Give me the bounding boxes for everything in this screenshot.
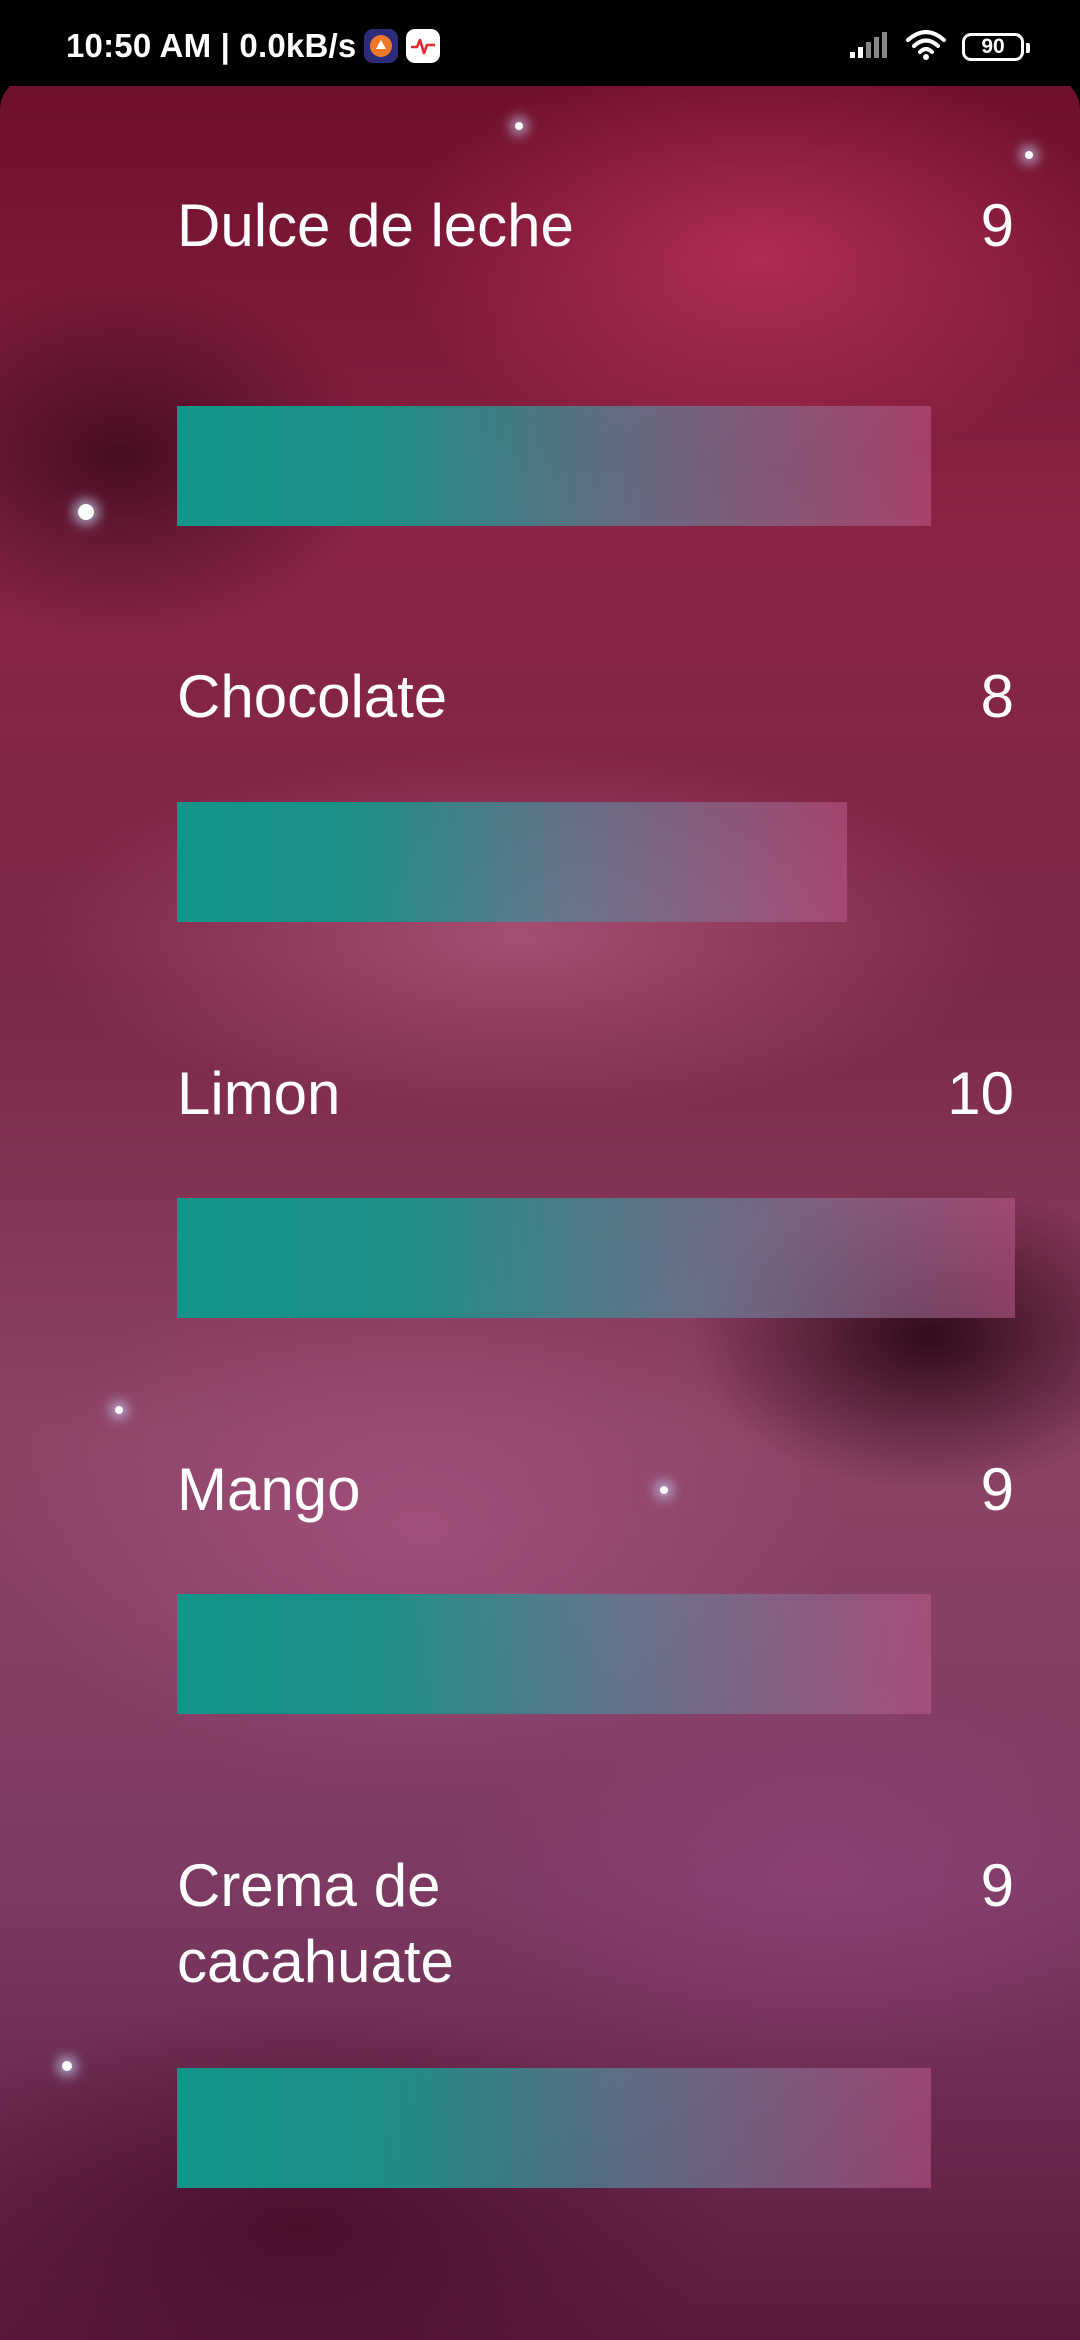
background-star: [515, 122, 523, 130]
health-app-icon: [406, 29, 441, 63]
score-bar-fill: [177, 802, 848, 922]
wifi-icon: [906, 29, 946, 65]
flavor-name: Mango: [177, 1456, 361, 1523]
flavor-score: 9: [980, 1852, 1014, 1919]
background-star: [1025, 151, 1033, 159]
background-star: [115, 1406, 123, 1414]
score-bar: [177, 406, 1015, 526]
status-time-speed: 10:50 AM | 0.0kB/s: [66, 27, 357, 64]
flavor-score: 10: [947, 1060, 1014, 1127]
signal-icon: [848, 30, 890, 65]
flavor-score: 8: [980, 663, 1014, 730]
status-right: 90: [848, 24, 1030, 70]
ratings-list[interactable]: Dulce de leche 9 Chocolate 8 Limon 10 Ma…: [0, 76, 1080, 2340]
status-left: 10:50 AM | 0.0kB/s: [66, 22, 441, 70]
background-star: [78, 504, 94, 520]
flavor-name: Limon: [177, 1060, 341, 1127]
flavor-score: 9: [980, 192, 1014, 259]
flavor-score: 9: [980, 1456, 1014, 1523]
flavor-name: Dulce de leche: [177, 192, 574, 259]
screen: 10:50 AM | 0.0kB/s 90 Dulce de leche 9 C…: [0, 0, 1080, 2340]
background-star: [62, 2061, 72, 2071]
flavor-name: Chocolate: [177, 663, 448, 730]
score-bar: [177, 1594, 1015, 1714]
status-bar: 10:50 AM | 0.0kB/s 90: [0, 0, 1080, 86]
score-bar-fill: [177, 406, 932, 526]
score-bar-fill: [177, 1198, 1015, 1318]
notification-app-icon: [364, 29, 399, 63]
score-bar: [177, 802, 1015, 922]
score-bar-fill: [177, 1594, 932, 1714]
battery-icon: 90: [962, 33, 1030, 61]
score-bar-fill: [177, 2068, 932, 2188]
score-bar: [177, 2068, 1015, 2188]
score-bar: [177, 1198, 1015, 1318]
flavor-name: Crema de cacahuate: [177, 1852, 454, 1995]
battery-level: 90: [981, 35, 1005, 58]
